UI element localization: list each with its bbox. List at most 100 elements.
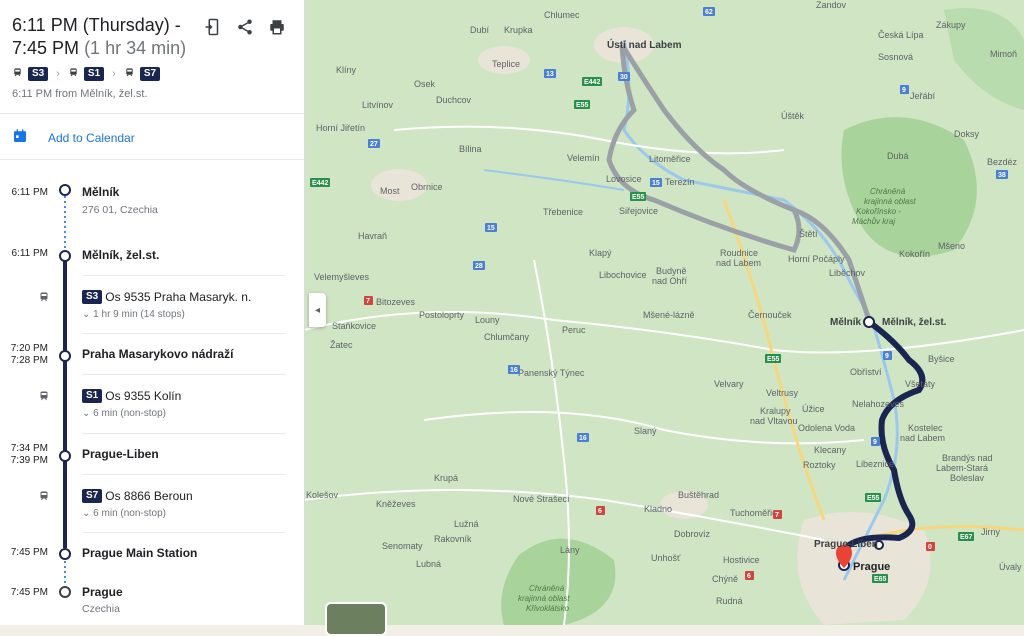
- stop-detail: Czechia: [82, 603, 120, 615]
- road-number: 16: [510, 367, 518, 374]
- place-label: Osek: [414, 79, 436, 89]
- segment-info-toggle[interactable]: ⌄ 6 min (non-stop): [82, 508, 166, 519]
- place-label: Nové Strašecí: [513, 494, 570, 504]
- stop-name[interactable]: Prague: [82, 585, 123, 599]
- place-label: Peruc: [562, 325, 586, 335]
- segment-info: 1 hr 9 min (14 stops): [93, 309, 185, 320]
- place-label: Velemín: [567, 153, 600, 163]
- step-time: 7:45 PM: [10, 587, 48, 598]
- place-label: Klíny: [336, 65, 357, 75]
- place-label: Siřejovice: [619, 206, 658, 216]
- place-label: Krupka: [504, 25, 533, 35]
- place-label: Odolena Voda: [798, 423, 855, 433]
- place-label: Úžice: [802, 404, 825, 414]
- place-label: Jeřábí: [910, 91, 936, 101]
- transit-rail: [63, 256, 67, 548]
- line-chips: S3 › S1 › S7: [12, 67, 161, 81]
- step-time-2: 7:39 PM: [10, 455, 48, 466]
- place-label: Mimoň: [990, 49, 1017, 59]
- place-label: Rakovník: [434, 534, 472, 544]
- add-to-calendar-button[interactable]: Add to Calendar: [12, 128, 135, 147]
- place-label: Duchcov: [436, 95, 472, 105]
- place-label: Černouček: [748, 310, 792, 320]
- place-label: Štětí: [799, 229, 818, 239]
- map-canvas[interactable]: Zandov Chlumec Zákupy Krupka Dubí Česká …: [304, 0, 1024, 625]
- place-label: Most: [380, 186, 400, 196]
- print-icon[interactable]: [268, 18, 286, 36]
- train-icon: [12, 67, 23, 81]
- line-badge: S7: [139, 67, 161, 81]
- line-badge: S1: [82, 389, 103, 403]
- place-label: Chýně: [712, 574, 738, 584]
- segment-label: Os 9355 Kolín: [105, 389, 182, 403]
- place-label: Kněževes: [376, 499, 416, 509]
- directions-panel: 6:11 PM (Thursday) - 7:45 PM (1 hr 34 mi…: [0, 0, 305, 625]
- place-label: Lány: [560, 545, 580, 555]
- segment-info-toggle[interactable]: ⌄ 6 min (non-stop): [82, 408, 166, 419]
- divider: [82, 374, 286, 375]
- stop-name[interactable]: Prague-Liben: [82, 447, 159, 461]
- walk-path: [64, 556, 66, 586]
- step-time-2: 7:28 PM: [10, 355, 48, 366]
- place-label: Horní Jiřetín: [316, 123, 365, 133]
- stop-name[interactable]: Mělník, žel.st.: [82, 248, 159, 262]
- share-icon[interactable]: [236, 18, 254, 36]
- station-marker[interactable]: [863, 316, 875, 328]
- road-number: 0: [928, 544, 932, 551]
- layers-thumbnail[interactable]: [325, 602, 387, 636]
- place-label: Třebenice: [543, 207, 583, 217]
- place-label: Zandov: [816, 0, 847, 10]
- map-svg[interactable]: Zandov Chlumec Zákupy Krupka Dubí Česká …: [304, 0, 1024, 625]
- place-label: Kokořín: [899, 249, 930, 259]
- road-number: 62: [705, 9, 713, 16]
- stop-name[interactable]: Praha Masarykovo nádraží: [82, 347, 233, 361]
- place-label: Chlumec: [544, 10, 580, 20]
- road-number: 9: [873, 439, 877, 446]
- place-label: Libeznice: [856, 459, 894, 469]
- chevron-right-icon: ›: [56, 68, 60, 80]
- place-label: Sosnová: [878, 52, 913, 62]
- header-actions: [204, 18, 286, 36]
- segment-info-toggle[interactable]: ⌄ 1 hr 9 min (14 stops): [82, 309, 185, 320]
- place-label: Louny: [475, 315, 500, 325]
- place-label: Teplice: [492, 59, 520, 69]
- place-label: Liběchov: [829, 268, 866, 278]
- divider: [82, 275, 286, 276]
- road-number: 15: [652, 180, 660, 187]
- chevron-down-icon: ⌄: [82, 309, 94, 320]
- place-label: Bitozeves: [376, 297, 416, 307]
- walk-path: [64, 196, 66, 250]
- phone-send-icon[interactable]: [204, 18, 222, 36]
- place-label: Roztoky: [803, 460, 836, 470]
- place-label: Rudná: [716, 596, 743, 606]
- place-label: Krupá: [434, 473, 458, 483]
- stop-name[interactable]: Mělník: [82, 185, 119, 199]
- place-label: Lužná: [454, 519, 479, 529]
- place-label: Dobrovíz: [674, 529, 711, 539]
- place-label: Libochovice: [599, 270, 647, 280]
- place-label: Mšeno: [938, 241, 965, 251]
- road-number: 6: [747, 573, 751, 580]
- place-label: Lubná: [416, 559, 441, 569]
- step-time: 6:11 PM: [11, 187, 49, 198]
- road-number: 7: [366, 298, 370, 305]
- trip-duration: (1 hr 34 min): [84, 38, 187, 58]
- road-number: 6: [598, 508, 602, 515]
- chevron-right-icon: ›: [112, 68, 116, 80]
- segment-info: 6 min (non-stop): [93, 508, 166, 519]
- chevron-down-icon: ⌄: [82, 408, 94, 419]
- place-label: Chlumčany: [484, 332, 530, 342]
- road-number: 16: [579, 435, 587, 442]
- place-label: Havraň: [358, 231, 387, 241]
- stop-name[interactable]: Prague Main Station: [82, 546, 197, 560]
- road-number: 7: [775, 512, 779, 519]
- road-number: E442: [584, 79, 600, 86]
- destination-dot: [59, 586, 71, 598]
- place-label: Jirny: [981, 527, 1001, 537]
- collapse-panel-button[interactable]: ◂: [309, 293, 326, 327]
- divider: [82, 532, 286, 533]
- road-number: E55: [867, 495, 880, 502]
- place-label: Úvaly: [999, 562, 1022, 572]
- segment-label: Os 9535 Praha Masaryk. n.: [105, 290, 252, 304]
- road-number: E55: [767, 356, 780, 363]
